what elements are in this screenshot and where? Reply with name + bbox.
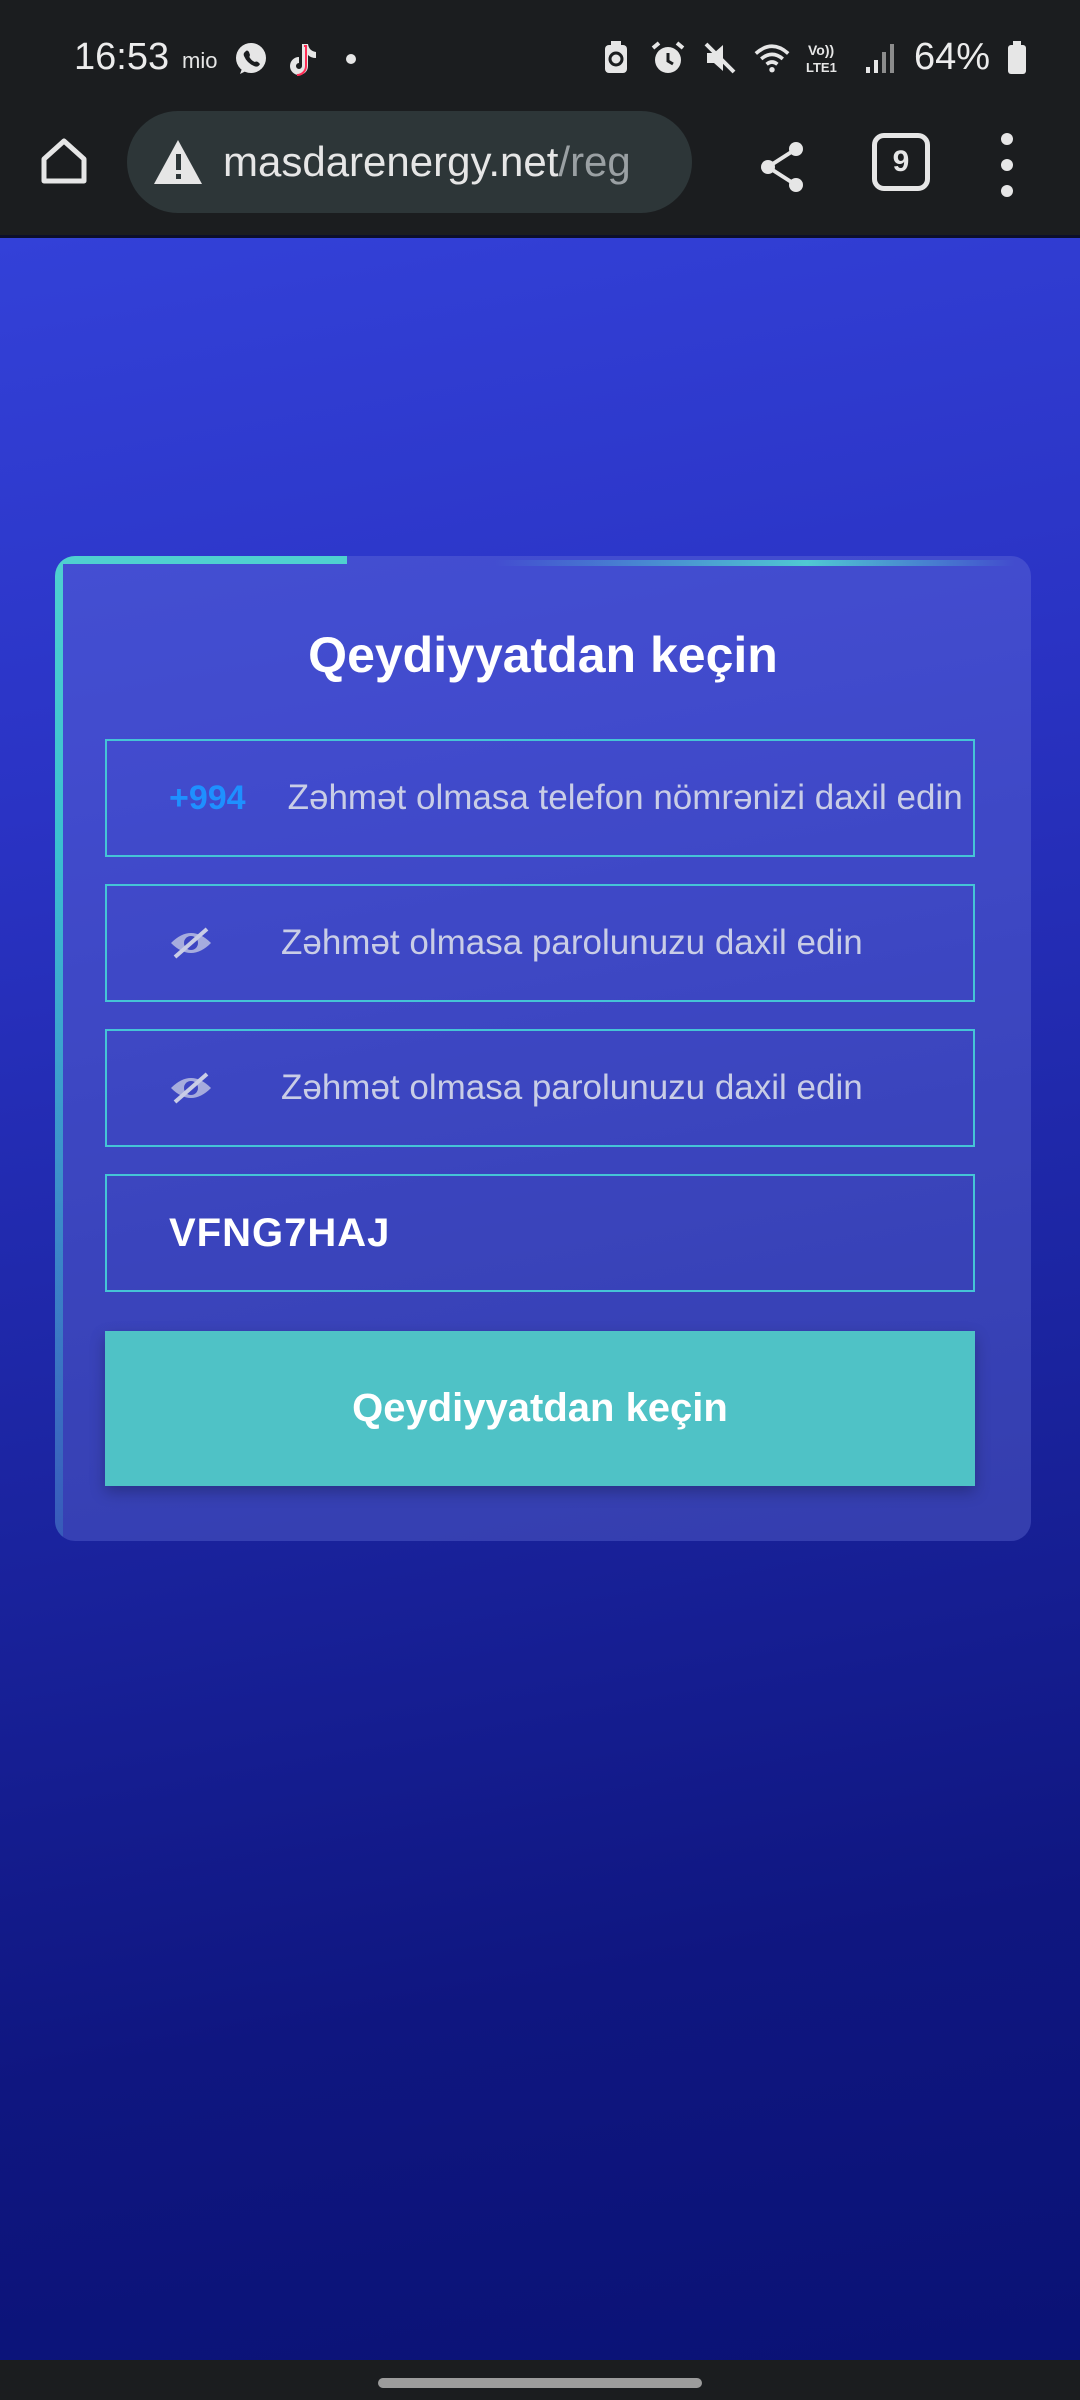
navigation-bar [0, 2360, 1080, 2400]
card-accent-left [55, 556, 63, 846]
share-icon [761, 142, 803, 192]
menu-dot-icon [1001, 185, 1013, 197]
address-bar[interactable]: masdarenergy.net/reg [127, 111, 692, 213]
battery-icon [1006, 40, 1028, 76]
dot-icon [332, 40, 370, 78]
alarm-icon [650, 40, 686, 76]
mute-icon [702, 40, 738, 76]
phone-field[interactable]: +994 Zəhmət olmasa telefon nömrənizi dax… [105, 739, 975, 857]
home-icon [41, 138, 87, 184]
home-button[interactable] [30, 127, 98, 195]
confirm-password-field[interactable]: Zəhmət olmasa parolunuzu daxil edin [105, 1029, 975, 1147]
warning-icon[interactable] [149, 133, 207, 191]
card-accent-left-fade [55, 846, 63, 1541]
password-placeholder: Zəhmət olmasa parolunuzu daxil edin [281, 923, 863, 962]
svg-text:LTE1: LTE1 [806, 60, 837, 75]
tiktok-icon [282, 40, 320, 78]
phone-placeholder: Zəhmət olmasa telefon nömrənizi daxil ed… [287, 778, 963, 817]
status-bar: 16:53 mio Vo)) LTE1 64% [0, 0, 1080, 120]
gesture-handle[interactable] [378, 2378, 702, 2388]
card-accent-top-right [495, 560, 1015, 566]
battery-percent: 64% [913, 36, 990, 78]
register-button[interactable]: Qeydiyyatdan keçin [105, 1331, 975, 1486]
eye-off-icon[interactable] [169, 926, 213, 960]
menu-dot-icon [1001, 159, 1013, 171]
whatsapp-icon [232, 40, 270, 78]
password-field[interactable]: Zəhmət olmasa parolunuzu daxil edin [105, 884, 975, 1002]
confirm-password-placeholder: Zəhmət olmasa parolunuzu daxil edin [281, 1068, 863, 1107]
card-accent-top [55, 556, 347, 564]
invite-code-value: VFNG7HAJ [169, 1210, 391, 1255]
signal-icon [862, 40, 898, 76]
share-button[interactable] [752, 137, 812, 197]
system-icons: Vo)) LTE1 64% [598, 36, 1028, 79]
volte-icon: Vo)) LTE1 [806, 40, 846, 76]
browser-toolbar: masdarenergy.net/reg 9 [0, 105, 1080, 235]
registration-card: Qeydiyyatdan keçin +994 Zəhmət olmasa te… [55, 556, 1031, 1541]
tab-switcher-button[interactable]: 9 [872, 133, 930, 191]
invite-code-field[interactable]: VFNG7HAJ [105, 1174, 975, 1292]
url-path: /reg [558, 138, 631, 185]
notification-icons: mio [182, 40, 370, 78]
url-domain: masdarenergy.net [223, 138, 559, 185]
battery-saver-icon [598, 40, 634, 76]
form-title: Qeydiyyatdan keçin [308, 627, 778, 683]
mio-icon: mio [182, 40, 220, 78]
wifi-icon [754, 40, 790, 76]
eye-off-icon[interactable] [169, 1071, 213, 1105]
more-menu-button[interactable] [985, 133, 1029, 197]
phone-prefix: +994 [169, 778, 246, 817]
svg-text:Vo)): Vo)) [808, 42, 834, 58]
menu-dot-icon [1001, 133, 1013, 145]
status-time: 16:53 [74, 36, 170, 78]
url-text[interactable]: masdarenergy.net/reg [223, 138, 631, 186]
page-content: Qeydiyyatdan keçin +994 Zəhmət olmasa te… [0, 235, 1080, 2363]
svg-text:mio: mio [182, 48, 217, 73]
